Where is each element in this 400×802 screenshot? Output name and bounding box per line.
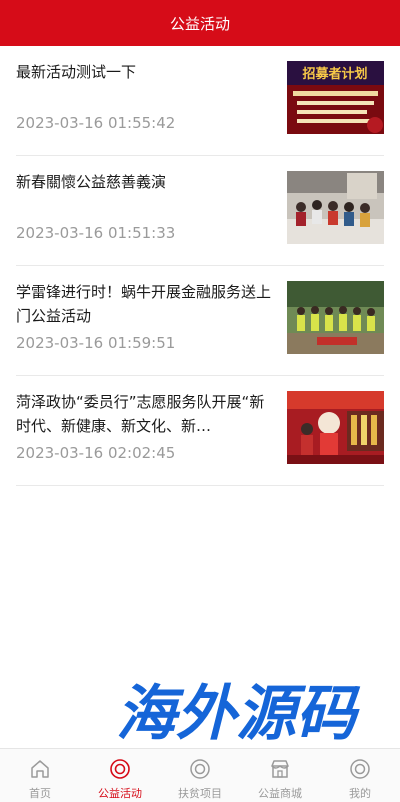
tab-label: 公益商城 <box>258 787 302 800</box>
article-list: 最新活动测试一下 2023-03-16 01:55:42 招募者计划 新春關懷公… <box>16 46 384 486</box>
tab-poverty-projects[interactable]: 扶贫项目 <box>160 749 240 802</box>
store-icon <box>271 760 289 778</box>
article-item[interactable]: 学雷锋进行时！蜗牛开展金融服务送上门公益活动 2023-03-16 01:59:… <box>16 266 384 376</box>
target-icon <box>110 759 130 779</box>
article-item[interactable]: 菏泽政协“委员行”志愿服务队开展“新时代、新健康、新文化、新… 2023-03-… <box>16 376 384 486</box>
article-title: 学雷锋进行时！蜗牛开展金融服务送上门公益活动 <box>16 283 272 325</box>
article-thumbnail <box>287 281 384 354</box>
article-time: 2023-03-16 01:59:51 <box>16 334 176 352</box>
tab-charity-mall[interactable]: 公益商城 <box>240 749 320 802</box>
article-item[interactable]: 新春關懷公益慈善義演 2023-03-16 01:51:33 <box>16 156 384 266</box>
article-item[interactable]: 最新活动测试一下 2023-03-16 01:55:42 招募者计划 <box>16 46 384 156</box>
target-icon <box>190 759 210 779</box>
article-thumbnail: 招募者计划 <box>287 61 384 134</box>
tab-home[interactable]: 首页 <box>0 749 80 802</box>
article-thumbnail <box>287 171 384 244</box>
target-icon <box>350 759 370 779</box>
article-title: 最新活动测试一下 <box>16 63 137 81</box>
article-time: 2023-03-16 01:51:33 <box>16 224 176 242</box>
tab-mine[interactable]: 我的 <box>320 749 400 802</box>
tab-label: 我的 <box>349 787 371 800</box>
article-thumbnail <box>287 391 384 464</box>
tab-label: 首页 <box>29 787 51 800</box>
article-title: 新春關懷公益慈善義演 <box>16 173 167 191</box>
top-bar: 公益活动 <box>0 0 400 46</box>
watermark: 海外源码 <box>116 679 361 748</box>
article-time: 2023-03-16 01:55:42 <box>16 114 176 132</box>
article-title: 菏泽政协“委员行”志愿服务队开展“新时代、新健康、新文化、新… <box>16 393 265 435</box>
home-icon <box>31 760 49 778</box>
tab-label: 公益活动 <box>98 787 142 800</box>
bottom-tab-bar: 首页 公益活动 扶贫项目 公益商城 我的 <box>0 748 400 802</box>
thumb-banner-text: 招募者计划 <box>302 66 367 82</box>
article-time: 2023-03-16 02:02:45 <box>16 444 176 462</box>
page-title: 公益活动 <box>169 14 230 33</box>
tab-charity-activities[interactable]: 公益活动 <box>80 749 160 802</box>
tab-label: 扶贫项目 <box>178 787 222 800</box>
watermark-text: 海外源码 <box>116 679 361 748</box>
